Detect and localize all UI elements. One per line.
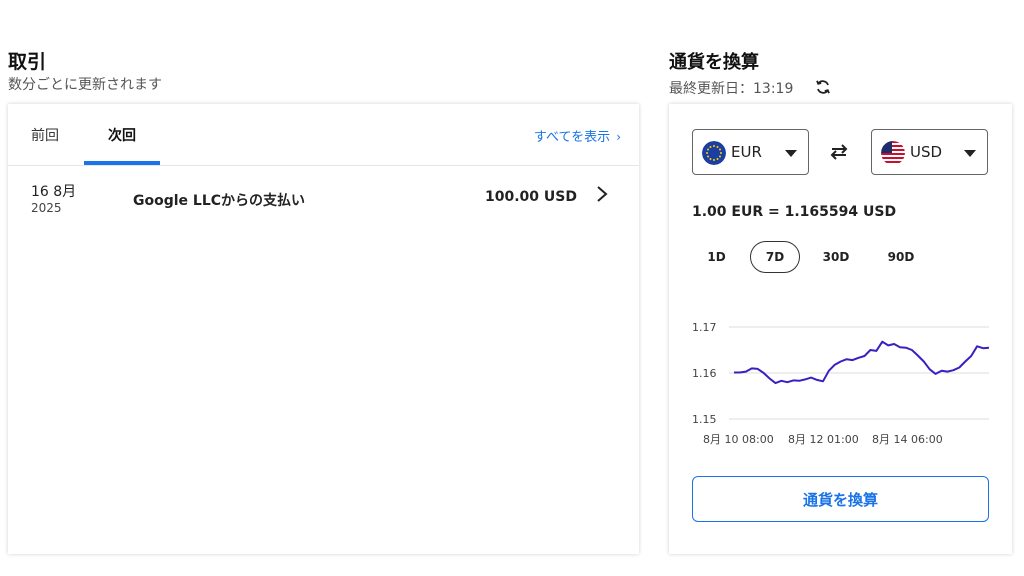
view-all-link[interactable]: すべてを表示 › [534,126,621,145]
transaction-row[interactable]: 16 8月 2025 Google LLCからの支払い 100.00 USD [8,166,639,228]
us-flag-icon [881,141,905,165]
transaction-amount: 100.00 USD [485,189,577,205]
exchange-rate: 1.00 EUR = 1.165594 USD [692,204,897,220]
convert-currency-button[interactable]: 通貨を換算 [692,476,989,522]
last-updated: 最終更新日：13:19 [669,81,794,97]
swap-icon[interactable] [829,142,849,162]
transaction-description: Google LLCからの支払い [133,193,306,209]
refresh-icon[interactable] [815,79,831,95]
view-all-label: すべてを表示 [533,130,611,145]
chevron-right-icon: › [616,130,621,144]
converter-card: EUR USD 1.00 EUR = 1.165594 USD 1D 7D 30… [669,104,1012,554]
transaction-date: 16 8月 [31,184,77,200]
y-tick-label: 1.15 [692,413,717,426]
transaction-year: 2025 [31,201,62,215]
x-tick-label: 8月 12 01:00 [788,433,859,446]
eu-flag-icon [702,141,726,165]
range-30d-button[interactable]: 30D [812,241,860,273]
rate-series-line [734,340,990,385]
tab-next[interactable]: 次回 [108,125,136,145]
x-tick-label: 8月 14 06:00 [872,433,943,446]
from-currency-code: EUR [731,143,762,161]
rate-chart: 1.17 1.16 1.15 8月 10 08:00 8月 12 01:00 8月 14 … [692,321,990,446]
x-tick-label: 8月 10 08:00 [703,433,774,446]
y-tick-label: 1.16 [692,367,717,380]
active-tab-indicator [84,161,160,165]
range-90d-button[interactable]: 90D [877,241,925,273]
chevron-right-icon [597,186,608,202]
transactions-title: 取引 [8,51,47,73]
y-tick-label: 1.17 [692,321,717,334]
to-currency-select[interactable]: USD [871,129,988,175]
range-7d-button[interactable]: 7D [750,241,800,273]
transactions-card: 前回 次回 すべてを表示 › 16 8月 2025 Google LLCからの支払… [8,104,639,554]
to-currency-code: USD [910,143,943,161]
range-1d-button[interactable]: 1D [694,241,739,273]
converter-title: 通貨を換算 [669,52,759,73]
transactions-tabs: 前回 次回 すべてを表示 › [8,104,639,166]
transactions-subtitle: 数分ごとに更新されます [8,77,162,93]
caret-down-icon [785,150,797,157]
tab-previous[interactable]: 前回 [31,125,59,145]
caret-down-icon [964,150,976,157]
from-currency-select[interactable]: EUR [692,129,809,175]
